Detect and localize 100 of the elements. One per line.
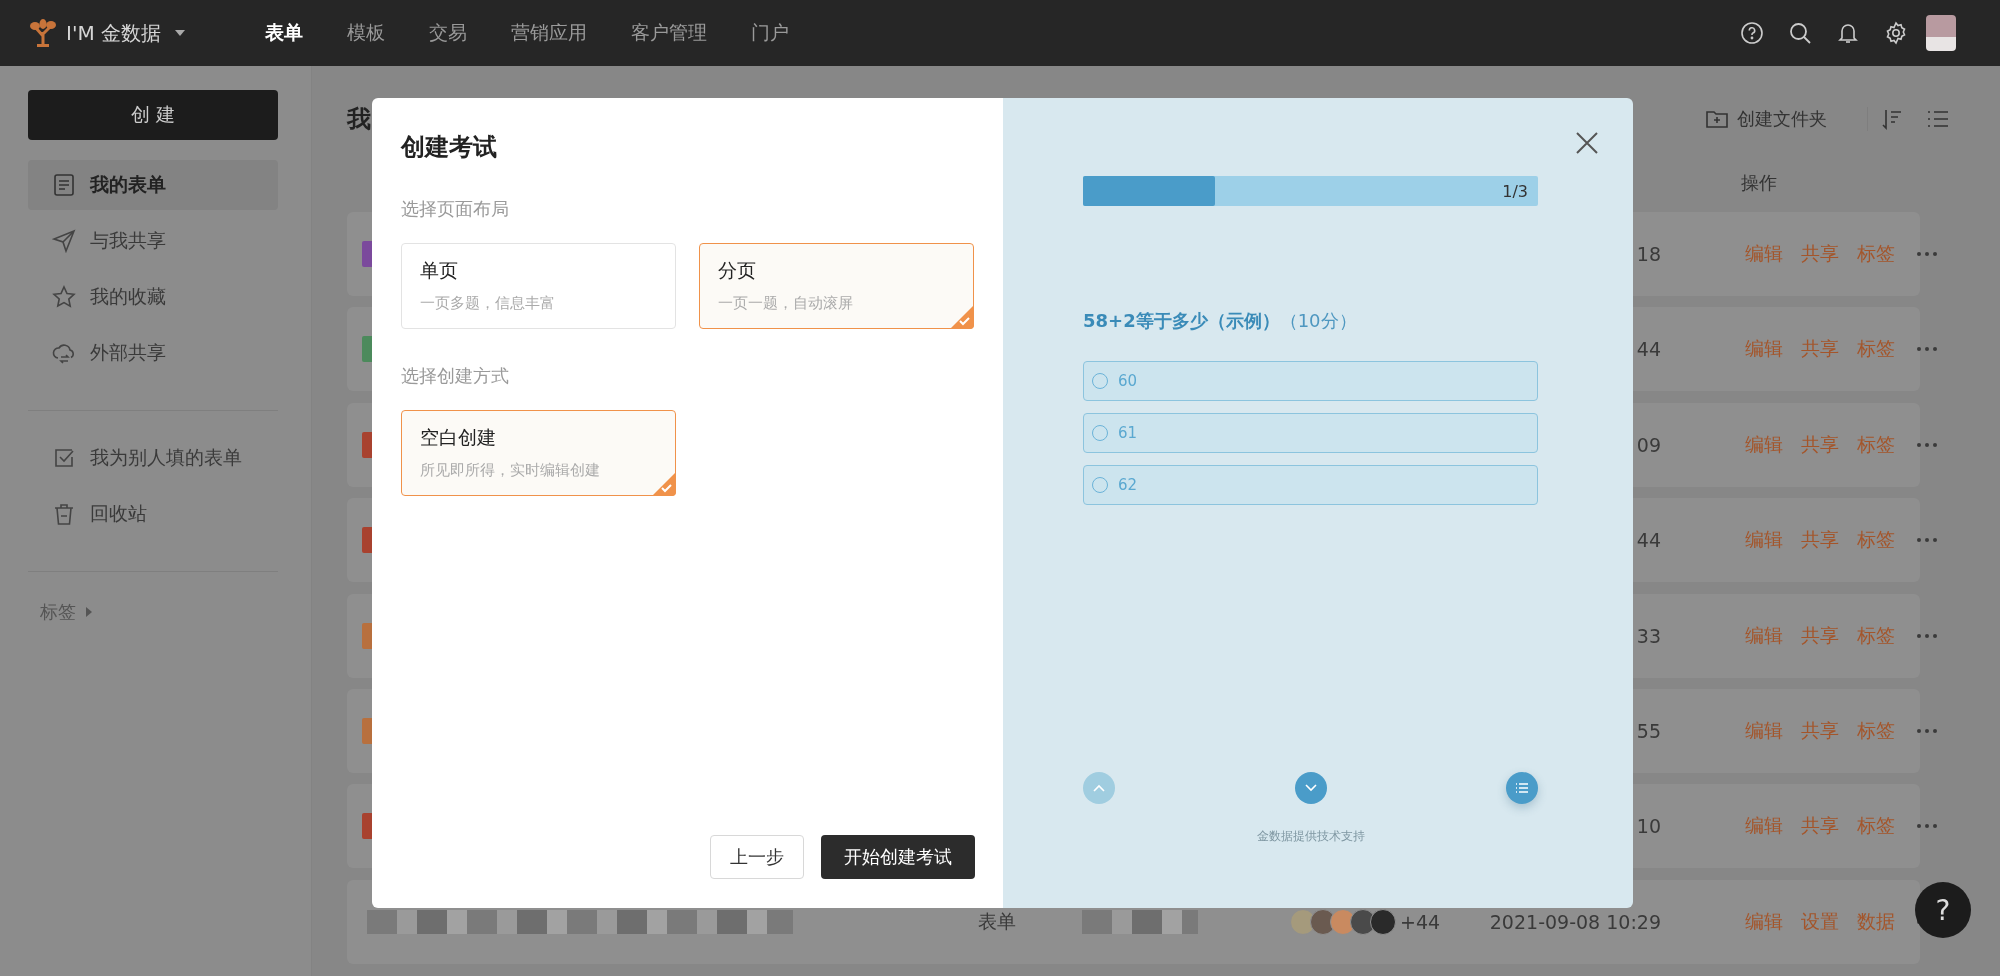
action-link[interactable]: 标签 bbox=[1857, 431, 1895, 458]
sidebar-item[interactable]: 我的表单 bbox=[28, 160, 278, 210]
action-link[interactable]: 共享 bbox=[1801, 813, 1839, 840]
create-folder-link[interactable]: 创建文件夹 bbox=[1737, 107, 1827, 131]
settings-icon[interactable] bbox=[1884, 21, 1908, 45]
sidebar-item[interactable]: 我的收藏 bbox=[28, 272, 278, 322]
action-link[interactable]: 数据 bbox=[1857, 908, 1895, 935]
star-icon bbox=[52, 285, 76, 309]
question-score: （10分） bbox=[1279, 309, 1357, 333]
next-button[interactable] bbox=[1294, 772, 1327, 804]
action-link[interactable]: 标签 bbox=[1857, 336, 1895, 363]
action-link[interactable]: 共享 bbox=[1801, 431, 1839, 458]
action-link[interactable]: 编辑 bbox=[1745, 813, 1783, 840]
answer-option[interactable]: 60 bbox=[1083, 361, 1538, 401]
action-link[interactable]: 标签 bbox=[1857, 527, 1895, 554]
nav-tab[interactable]: 模板 bbox=[347, 20, 385, 46]
start-button[interactable]: 开始创建考试 bbox=[821, 835, 975, 879]
list-icon bbox=[1514, 780, 1530, 796]
more-icon[interactable] bbox=[1917, 728, 1937, 733]
more-icon[interactable] bbox=[1917, 633, 1937, 638]
avatar bbox=[1370, 908, 1396, 935]
action-link[interactable]: 编辑 bbox=[1745, 622, 1783, 649]
section-label: 选择页面布局 bbox=[401, 198, 510, 220]
create-button[interactable]: 创 建 bbox=[28, 90, 278, 140]
action-link[interactable]: 共享 bbox=[1801, 622, 1839, 649]
action-link[interactable]: 编辑 bbox=[1745, 908, 1783, 935]
caret-icon[interactable] bbox=[175, 30, 185, 36]
table-cell: 33 bbox=[1636, 624, 1661, 647]
action-link[interactable]: 编辑 bbox=[1745, 527, 1783, 554]
more-icon[interactable] bbox=[1917, 442, 1937, 447]
column-header: 操作 bbox=[1741, 171, 1777, 195]
document-icon bbox=[52, 173, 76, 197]
more-icon[interactable] bbox=[1917, 252, 1937, 256]
sidebar-item[interactable]: 外部共享 bbox=[28, 328, 278, 378]
back-button[interactable]: 上一步 bbox=[710, 835, 804, 879]
option-title: 空白创建 bbox=[420, 425, 497, 450]
table-cell: 09 bbox=[1636, 433, 1661, 456]
table-cell: 2021-09-08 10:29 bbox=[1489, 910, 1661, 933]
action-link[interactable]: 设置 bbox=[1801, 908, 1839, 935]
section-label: 选择创建方式 bbox=[401, 365, 510, 387]
table-cell: 55 bbox=[1636, 719, 1661, 742]
cloud-sync-icon bbox=[52, 341, 76, 365]
check-corner-icon bbox=[950, 305, 974, 329]
check-corner-icon bbox=[652, 472, 676, 496]
dialog-title: 创建考试 bbox=[401, 132, 498, 162]
progress-count: 1/3 bbox=[1502, 182, 1528, 201]
more-icon[interactable] bbox=[1917, 824, 1937, 829]
trash-icon bbox=[52, 502, 76, 526]
table-cell: 44 bbox=[1636, 338, 1661, 361]
table-cell: 18 bbox=[1636, 243, 1661, 265]
help-icon[interactable] bbox=[1740, 21, 1764, 45]
answer-option[interactable]: 62 bbox=[1083, 465, 1538, 505]
sidebar-item[interactable]: 回收站 bbox=[28, 489, 278, 539]
table-cell: 44 bbox=[1636, 529, 1661, 552]
more-icon[interactable] bbox=[1917, 538, 1937, 543]
close-icon[interactable] bbox=[1576, 132, 1598, 154]
option-title: 单页 bbox=[420, 258, 459, 283]
tree-logo-icon bbox=[28, 18, 58, 48]
action-link[interactable]: 标签 bbox=[1857, 622, 1895, 649]
nav-tab[interactable]: 客户管理 bbox=[631, 20, 707, 46]
option-card[interactable]: 空白创建 所见即所得，实时编辑创建 bbox=[401, 410, 676, 496]
nav-tab[interactable]: 表单 bbox=[265, 20, 303, 46]
question-list-button[interactable] bbox=[1506, 772, 1538, 804]
bell-icon[interactable] bbox=[1836, 21, 1860, 45]
action-link[interactable]: 标签 bbox=[1857, 813, 1895, 840]
action-link[interactable]: 编辑 bbox=[1745, 336, 1783, 363]
search-icon[interactable] bbox=[1788, 21, 1812, 45]
action-link[interactable]: 编辑 bbox=[1745, 717, 1783, 744]
action-link[interactable]: 编辑 bbox=[1745, 431, 1783, 458]
nav-tab[interactable]: 营销应用 bbox=[511, 20, 587, 46]
more-icon[interactable] bbox=[1917, 347, 1937, 352]
sidebar-item[interactable]: 我为别人填的表单 bbox=[28, 433, 278, 483]
option-card[interactable]: 单页 一页多题，信息丰富 bbox=[401, 243, 676, 329]
page-title: 我 bbox=[347, 104, 371, 135]
option-description: 一页多题，信息丰富 bbox=[420, 294, 556, 313]
checkbox-icon bbox=[52, 446, 76, 470]
nav-tab[interactable]: 交易 bbox=[429, 20, 467, 46]
action-link[interactable]: 编辑 bbox=[1745, 241, 1783, 267]
avatar[interactable] bbox=[1926, 15, 1956, 51]
footer-text: 金数据提供技术支持 bbox=[1255, 828, 1366, 845]
action-link[interactable]: 标签 bbox=[1857, 717, 1895, 744]
help-button[interactable]: ? bbox=[1915, 882, 1971, 938]
sort-icon[interactable] bbox=[1867, 107, 1904, 131]
question-text: 58+2等于多少（示例） bbox=[1083, 309, 1280, 333]
option-description: 所见即所得，实时编辑创建 bbox=[420, 461, 601, 480]
sidebar-item[interactable]: 与我共享 bbox=[28, 216, 278, 266]
answer-option[interactable]: 61 bbox=[1083, 413, 1538, 453]
action-link[interactable]: 共享 bbox=[1801, 241, 1839, 267]
table-cell: 10 bbox=[1636, 815, 1661, 838]
action-link[interactable]: 共享 bbox=[1801, 527, 1839, 554]
nav-tab[interactable]: 门户 bbox=[751, 20, 789, 46]
member-count: +44 bbox=[1400, 910, 1441, 933]
action-link[interactable]: 标签 bbox=[1857, 241, 1895, 267]
brand-name[interactable]: I'M 金数据 bbox=[66, 19, 161, 47]
action-link[interactable]: 共享 bbox=[1801, 717, 1839, 744]
action-link[interactable]: 共享 bbox=[1801, 336, 1839, 363]
table-cell: 表单 bbox=[978, 909, 1016, 932]
option-description: 一页一题，自动滚屏 bbox=[718, 294, 854, 313]
paper-plane-icon bbox=[52, 229, 76, 253]
option-card[interactable]: 分页 一页一题，自动滚屏 bbox=[699, 243, 974, 329]
